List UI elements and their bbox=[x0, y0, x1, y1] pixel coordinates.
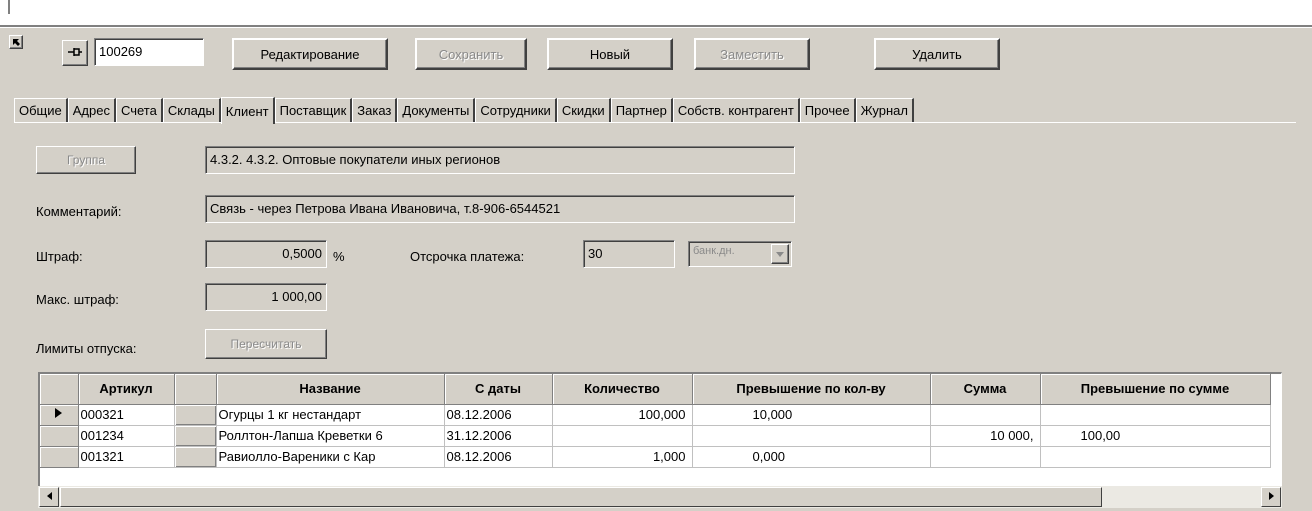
penalty-label: Штраф: bbox=[36, 249, 83, 264]
limits-table: Артикул Название С даты Количество Превы… bbox=[40, 374, 1271, 468]
triangle-right-icon bbox=[1268, 492, 1274, 502]
pin-icon bbox=[67, 46, 83, 61]
cell-name[interactable]: Огурцы 1 кг нестандарт bbox=[216, 404, 445, 426]
tab-bar: Общие Адрес Счета Склады Клиент Поставщик Зака… bbox=[14, 96, 914, 124]
table-row[interactable]: 001234 Роллтон-Лапша Креветки 6 31.12.20… bbox=[40, 425, 1271, 447]
tab-8[interactable]: Сотрудники bbox=[475, 98, 557, 122]
table-row[interactable]: 001321 Равиолло-Вареники с Кар 08.12.200… bbox=[40, 446, 1271, 468]
cell-select-button[interactable] bbox=[174, 425, 217, 447]
cell-sum[interactable] bbox=[930, 404, 1041, 426]
deferral-label: Отсрочка платежа: bbox=[410, 249, 525, 264]
cell-sum[interactable] bbox=[930, 446, 1041, 468]
pin-button[interactable] bbox=[62, 40, 88, 66]
tab-2[interactable]: Счета bbox=[115, 98, 163, 122]
table-row[interactable]: 000321 Огурцы 1 кг нестандарт 08.12.2006… bbox=[40, 404, 1271, 426]
limits-label: Лимиты отпуска: bbox=[36, 341, 137, 356]
tab-0[interactable]: Общие bbox=[14, 98, 68, 122]
cell-qty-excess[interactable] bbox=[692, 425, 931, 447]
cell-article[interactable]: 000321 bbox=[78, 404, 175, 426]
group-field: 4.3.2. 4.3.2. Оптовые покупатели иных ре… bbox=[205, 146, 795, 174]
cell-sum-excess[interactable] bbox=[1040, 446, 1271, 468]
cell-select-button[interactable] bbox=[174, 404, 217, 426]
cell-date[interactable]: 31.12.2006 bbox=[444, 425, 553, 447]
recalculate-button[interactable]: Пересчитать bbox=[205, 329, 327, 359]
deferral-field[interactable]: 30 bbox=[583, 240, 675, 268]
cell-sum[interactable]: 10 000, bbox=[930, 425, 1041, 447]
deferral-unit-select[interactable]: банк.дн. bbox=[688, 241, 792, 267]
cell-date[interactable]: 08.12.2006 bbox=[444, 446, 553, 468]
cell-quantity[interactable]: 100,000 bbox=[552, 404, 693, 426]
tab-3[interactable]: Склады bbox=[162, 98, 221, 122]
comment-field[interactable]: Связь - через Петрова Ивана Ивановича, т… bbox=[205, 195, 795, 223]
cell-name[interactable]: Равиолло-Вареники с Кар bbox=[216, 446, 445, 468]
cell-article[interactable]: 001321 bbox=[78, 446, 175, 468]
tab-1[interactable]: Адрес bbox=[67, 98, 116, 122]
column-header-name[interactable]: Название bbox=[216, 374, 445, 405]
cell-article[interactable]: 001234 bbox=[78, 425, 175, 447]
new-button[interactable]: Новый bbox=[547, 38, 673, 70]
deferral-unit-value: банк.дн. bbox=[693, 245, 735, 257]
cell-qty-excess[interactable]: 0,000 bbox=[692, 446, 931, 468]
tab-7[interactable]: Документы bbox=[397, 98, 476, 122]
replace-button[interactable]: Заместить bbox=[694, 38, 810, 70]
code-field[interactable]: 100269 bbox=[94, 38, 204, 66]
top-divider bbox=[0, 25, 1312, 27]
tab-4[interactable]: Клиент bbox=[220, 97, 275, 124]
edit-button[interactable]: Редактирование bbox=[232, 38, 388, 70]
row-indicator[interactable] bbox=[40, 404, 79, 426]
row-indicator[interactable] bbox=[40, 446, 79, 468]
row-indicator[interactable] bbox=[40, 425, 79, 447]
cell-sum-excess[interactable]: 100,00 bbox=[1040, 425, 1271, 447]
header-indicator bbox=[40, 374, 79, 405]
cell-select-button[interactable] bbox=[174, 446, 217, 468]
tab-9[interactable]: Скидки bbox=[556, 98, 611, 122]
save-button[interactable]: Сохранить bbox=[415, 38, 527, 70]
header-select-blank bbox=[174, 374, 217, 405]
column-header-article[interactable]: Артикул bbox=[78, 374, 175, 405]
triangle-left-icon bbox=[46, 492, 52, 502]
column-header-sum[interactable]: Сумма bbox=[930, 374, 1041, 405]
cell-quantity[interactable]: 1,000 bbox=[552, 446, 693, 468]
tab-5[interactable]: Поставщик bbox=[274, 98, 353, 122]
triangle-right-icon bbox=[55, 408, 63, 421]
tab-underline bbox=[14, 122, 1296, 123]
cell-qty-excess[interactable]: 10,000 bbox=[692, 404, 931, 426]
column-header-qty-excess[interactable]: Превышение по кол-ву bbox=[692, 374, 931, 405]
percent-sign: % bbox=[333, 249, 345, 264]
max-penalty-label: Макс. штраф: bbox=[36, 292, 119, 307]
cell-date[interactable]: 08.12.2006 bbox=[444, 404, 553, 426]
column-header-date[interactable]: С даты bbox=[444, 374, 553, 405]
max-penalty-field[interactable]: 1 000,00 bbox=[205, 283, 327, 311]
horizontal-scrollbar[interactable] bbox=[38, 486, 1282, 508]
scroll-right-button[interactable] bbox=[1261, 487, 1281, 507]
tab-13[interactable]: Журнал bbox=[855, 98, 914, 122]
top-divider-tick bbox=[8, 0, 10, 14]
comment-label: Комментарий: bbox=[36, 204, 122, 219]
tab-10[interactable]: Партнер bbox=[610, 98, 673, 122]
delete-button[interactable]: Удалить bbox=[874, 38, 1000, 70]
tab-6[interactable]: Заказ bbox=[352, 98, 398, 122]
group-button[interactable]: Группа bbox=[36, 146, 136, 174]
scroll-thumb[interactable] bbox=[60, 487, 1102, 507]
penalty-field[interactable]: 0,5000 bbox=[205, 240, 327, 268]
tab-11[interactable]: Собств. контрагент bbox=[672, 98, 800, 122]
column-header-quantity[interactable]: Количество bbox=[552, 374, 693, 405]
arrow-up-left-icon[interactable] bbox=[9, 35, 23, 49]
chevron-down-icon[interactable] bbox=[771, 244, 789, 264]
cell-quantity[interactable] bbox=[552, 425, 693, 447]
column-header-sum-excess[interactable]: Превышение по сумме bbox=[1040, 374, 1271, 405]
cell-name[interactable]: Роллтон-Лапша Креветки 6 bbox=[216, 425, 445, 447]
tab-12[interactable]: Прочее bbox=[799, 98, 856, 122]
cell-sum-excess[interactable] bbox=[1040, 404, 1271, 426]
scroll-left-button[interactable] bbox=[39, 487, 59, 507]
